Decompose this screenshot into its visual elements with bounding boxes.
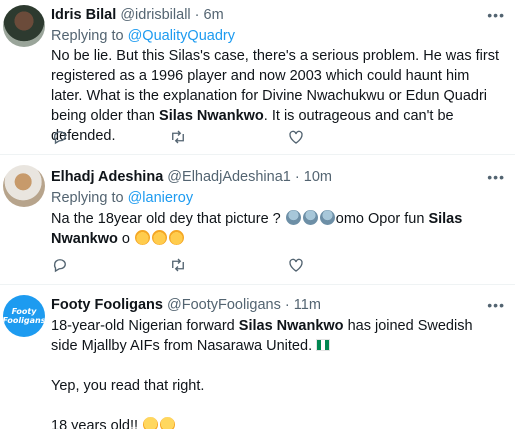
emoji-icon: [319, 210, 335, 225]
avatar[interactable]: [3, 165, 45, 207]
reply-mention-link[interactable]: @lanieroy: [128, 190, 194, 206]
author-name[interactable]: Footy Fooligans: [51, 297, 163, 313]
nigeria-flag-icon: [316, 339, 331, 351]
tweet-paragraph: 18 years old!!: [51, 416, 501, 429]
author-name[interactable]: Idris Bilal: [51, 7, 116, 23]
separator: ·: [194, 7, 200, 23]
retweet-icon[interactable]: [169, 128, 187, 151]
tweet-paragraph: Yep, you read that right.: [51, 378, 205, 394]
timestamp[interactable]: 6m: [204, 7, 224, 23]
more-dots-icon[interactable]: •••: [487, 8, 505, 22]
tweet-text-part: o: [117, 231, 134, 247]
tweet-actions: [51, 256, 351, 274]
tweet-actions: [51, 128, 351, 146]
avatar-logo-text: Footy: [11, 307, 37, 316]
more-dots-icon[interactable]: •••: [487, 170, 505, 184]
tweet-text-part: omo Opor fun: [335, 211, 429, 227]
like-icon[interactable]: [287, 256, 305, 279]
laughing-emoji-icon: [160, 417, 176, 429]
avatar[interactable]: [3, 5, 45, 47]
tweet-text: Na the 18year old dey that picture ? omo…: [51, 209, 501, 249]
tweet-header: Elhadj Adeshina @ElhadjAdeshina1 · 10m: [51, 168, 487, 186]
reply-icon[interactable]: [51, 128, 69, 151]
tweet-idris-bilal[interactable]: Idris Bilal @idrisbilall · 6m ••• Replyi…: [0, 0, 515, 148]
more-dots-icon[interactable]: •••: [487, 298, 505, 312]
laughing-emoji-icon: [143, 417, 159, 429]
tweet-elhadj-adeshina[interactable]: Elhadj Adeshina @ElhadjAdeshina1 · 10m •…: [0, 155, 515, 285]
tweet-feed: Idris Bilal @idrisbilall · 6m ••• Replyi…: [0, 0, 515, 429]
separator: ·: [284, 297, 290, 313]
author-name[interactable]: Elhadj Adeshina: [51, 169, 163, 185]
author-handle[interactable]: @ElhadjAdeshina1: [167, 169, 291, 185]
tweet-text-part: 18-year-old Nigerian forward: [51, 318, 239, 334]
author-handle[interactable]: @FootyFooligans: [167, 297, 281, 313]
tweet-text-bold: Silas Nwankwo: [159, 108, 264, 124]
emoji-icon: [285, 210, 301, 225]
tweet-footy-fooligans[interactable]: Footy Fooligans Footy Fooligans @FootyFo…: [0, 285, 515, 429]
replying-to: Replying to @lanieroy: [51, 189, 193, 207]
avatar[interactable]: Footy Fooligans: [3, 295, 45, 337]
reply-mention-link[interactable]: @QualityQuadry: [128, 28, 235, 44]
tweet-text-bold: Silas Nwankwo: [238, 318, 344, 334]
replying-to: Replying to @QualityQuadry: [51, 27, 235, 45]
laughing-emoji-icon: [152, 230, 167, 245]
like-icon[interactable]: [287, 128, 305, 151]
retweet-icon[interactable]: [169, 256, 187, 279]
tweet-text-part: 18 years old!!: [51, 418, 143, 429]
avatar-logo-text: Fooligans: [3, 316, 45, 325]
replying-to-label: Replying to: [51, 28, 128, 44]
laughing-emoji-icon: [135, 230, 150, 245]
tweet-text-part: Na the 18year old dey that picture ?: [51, 211, 285, 227]
author-handle[interactable]: @idrisbilall: [120, 7, 190, 23]
tweet-header: Idris Bilal @idrisbilall · 6m: [51, 6, 487, 24]
tweet-paragraph: 18-year-old Nigerian forward Silas Nwank…: [51, 316, 501, 356]
reply-icon[interactable]: [51, 256, 69, 279]
tweet-text: 18-year-old Nigerian forward Silas Nwank…: [51, 316, 501, 429]
replying-to-label: Replying to: [51, 190, 128, 206]
laughing-emoji-icon: [169, 230, 184, 245]
timestamp[interactable]: 10m: [304, 169, 332, 185]
emoji-icon: [302, 210, 318, 225]
separator: ·: [294, 169, 300, 185]
timestamp[interactable]: 11m: [294, 297, 321, 313]
tweet-header: Footy Fooligans @FootyFooligans · 11m: [51, 296, 487, 314]
